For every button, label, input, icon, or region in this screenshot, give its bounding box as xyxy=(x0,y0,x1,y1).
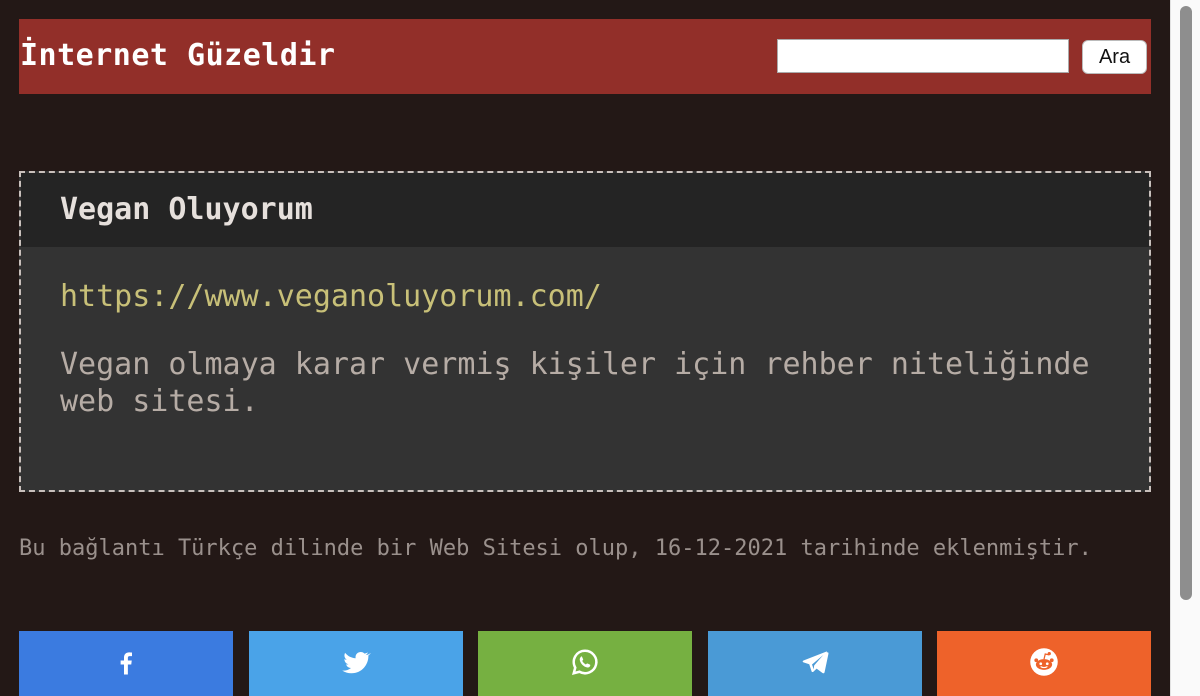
card-url-link[interactable]: https://www.veganoluyorum.com/ xyxy=(60,279,602,315)
card-title[interactable]: Vegan Oluyorum xyxy=(60,192,313,228)
search-button[interactable]: Ara xyxy=(1082,40,1147,74)
share-whatsapp-button[interactable] xyxy=(478,631,692,696)
scrollbar-thumb[interactable] xyxy=(1180,6,1192,600)
share-bar xyxy=(19,631,1151,696)
link-card: Vegan Oluyorum https://www.veganoluyorum… xyxy=(19,171,1151,492)
site-title[interactable]: İnternet Güzeldir xyxy=(20,37,336,75)
card-header: Vegan Oluyorum xyxy=(21,173,1149,247)
share-telegram-button[interactable] xyxy=(708,631,922,696)
vertical-scrollbar[interactable] xyxy=(1170,0,1200,696)
search-input[interactable] xyxy=(777,39,1069,73)
share-reddit-button[interactable] xyxy=(937,631,1151,696)
reddit-icon xyxy=(1029,647,1059,681)
whatsapp-icon xyxy=(570,647,600,681)
card-description: Vegan olmaya karar vermiş kişiler için r… xyxy=(60,347,1090,419)
telegram-icon xyxy=(800,647,830,681)
share-twitter-button[interactable] xyxy=(249,631,463,696)
site-header: İnternet Güzeldir Ara xyxy=(19,19,1151,94)
twitter-icon xyxy=(341,647,371,681)
share-facebook-button[interactable] xyxy=(19,631,233,696)
date-note: Bu bağlantı Türkçe dilinde bir Web Sites… xyxy=(19,536,1092,561)
facebook-icon xyxy=(111,647,141,681)
